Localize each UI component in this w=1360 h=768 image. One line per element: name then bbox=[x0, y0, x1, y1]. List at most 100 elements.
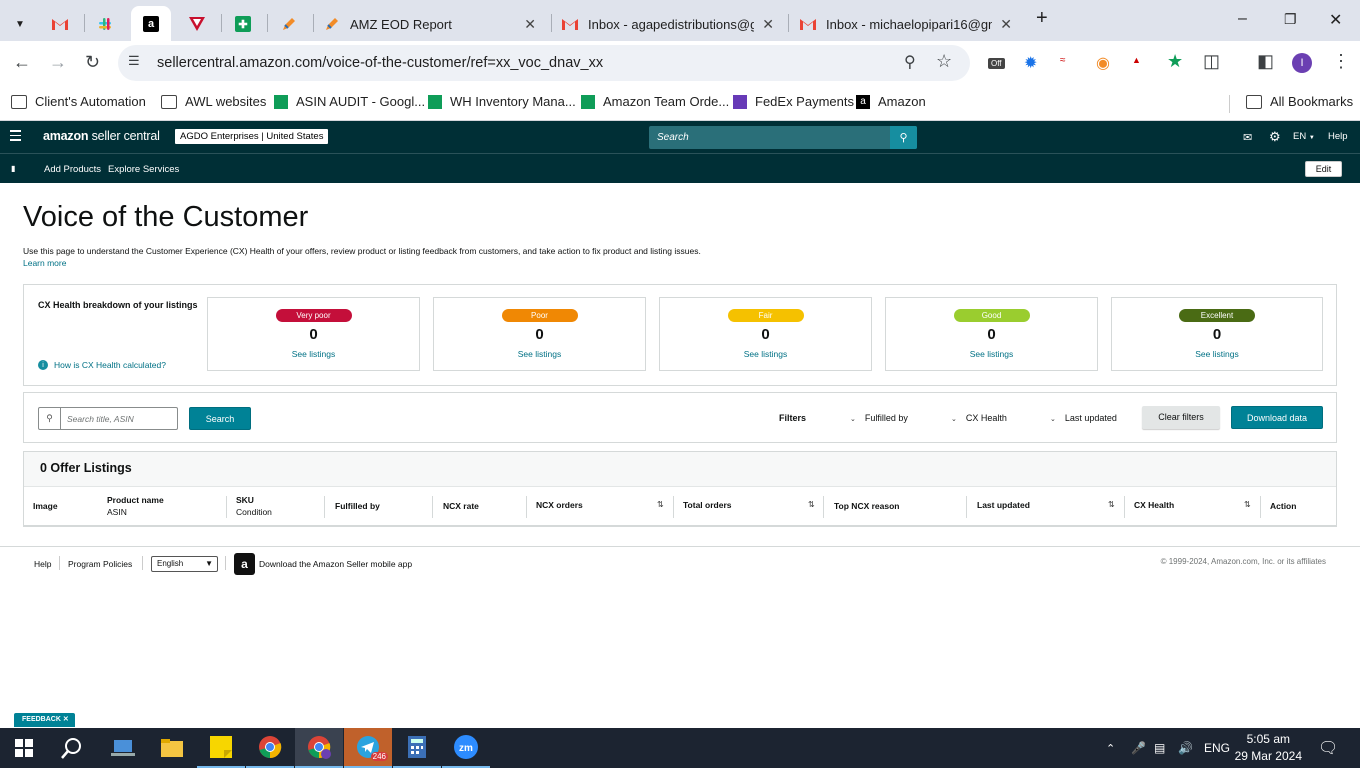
notifications-icon[interactable]: 🗨 bbox=[1318, 728, 1338, 768]
bookmark-star-icon[interactable]: ☆ bbox=[936, 51, 952, 72]
account-switcher[interactable]: AGDO Enterprises | United States bbox=[175, 129, 329, 144]
address-bar[interactable]: ☰ sellercentral.amazon.com/voice-of-the-… bbox=[118, 45, 970, 81]
feedback-tab[interactable]: FEEDBACK ✕ bbox=[14, 713, 75, 727]
tab-search-button[interactable]: ▼ bbox=[12, 7, 28, 41]
see-listings-link[interactable]: See listings bbox=[886, 349, 1097, 359]
zoom-app-icon[interactable]: zm bbox=[442, 728, 490, 768]
browser-menu-icon[interactable]: ⋮ bbox=[1332, 51, 1350, 72]
bookmark-amazon-team-orders[interactable]: Amazon Team Orde... bbox=[581, 94, 729, 109]
extensions-puzzle-icon[interactable]: ◫ bbox=[1203, 51, 1220, 72]
file-explorer-icon[interactable] bbox=[148, 728, 196, 768]
bookmark-fedex-payments[interactable]: FedEx Payments bbox=[733, 94, 854, 109]
col-ncx-orders[interactable]: NCX orders bbox=[536, 499, 583, 511]
help-link[interactable]: Help bbox=[1328, 131, 1348, 142]
footer-help-link[interactable]: Help bbox=[34, 559, 51, 569]
filter-fulfilled-by[interactable]: ⌄ Fulfilled by bbox=[850, 413, 908, 423]
close-tab-icon[interactable]: ✕ bbox=[1000, 16, 1012, 33]
laptop-app-icon[interactable] bbox=[99, 728, 147, 768]
language-selector[interactable]: EN ▼ bbox=[1293, 131, 1315, 142]
network-icon[interactable]: ▤ bbox=[1154, 728, 1165, 768]
nav-explore-services[interactable]: Explore Services bbox=[108, 164, 179, 175]
col-last-updated[interactable]: Last updated bbox=[977, 499, 1030, 511]
download-app-link[interactable]: Download the Amazon Seller mobile app bbox=[259, 559, 412, 569]
settings-gear-icon[interactable]: ⚙ bbox=[1269, 129, 1281, 145]
see-listings-link[interactable]: See listings bbox=[1112, 349, 1322, 359]
filter-last-updated[interactable]: ⌄ Last updated bbox=[1050, 413, 1117, 423]
bookmark-icon[interactable]: ▮ bbox=[11, 164, 15, 173]
tab-velocity[interactable] bbox=[189, 7, 205, 41]
seller-central-logo[interactable]: amazon seller central bbox=[43, 129, 160, 143]
extension-red-icon[interactable]: ≈ bbox=[1060, 55, 1066, 66]
site-settings-icon[interactable]: ☰ bbox=[128, 53, 140, 69]
sort-icon[interactable]: ⇅ bbox=[808, 500, 815, 509]
restore-icon[interactable]: ❐ bbox=[1284, 11, 1297, 28]
edit-button[interactable]: Edit bbox=[1305, 161, 1342, 177]
see-listings-link[interactable]: See listings bbox=[434, 349, 645, 359]
close-tab-icon[interactable]: ✕ bbox=[762, 16, 774, 33]
tab-amz-eod-report[interactable]: AMZ EOD Report ✕ bbox=[324, 7, 544, 41]
bookmark-wh-inventory[interactable]: WH Inventory Mana... bbox=[428, 94, 576, 109]
tray-chevron-up-icon[interactable]: ⌃ bbox=[1106, 728, 1115, 768]
close-tab-icon[interactable]: ✕ bbox=[524, 16, 536, 33]
tab-slack[interactable] bbox=[97, 7, 113, 41]
profile-avatar[interactable]: I bbox=[1292, 53, 1312, 73]
extension-gear-icon[interactable]: ✹ bbox=[1024, 53, 1037, 73]
minimize-icon[interactable]: – bbox=[1238, 10, 1247, 28]
mail-icon[interactable]: ✉ bbox=[1243, 131, 1252, 144]
tab-inbox-michael[interactable]: Inbox - michaelopipari16@gma ✕ bbox=[800, 7, 1020, 41]
learn-more-link[interactable]: Learn more bbox=[23, 258, 66, 268]
side-panel-icon[interactable]: ◧ bbox=[1257, 51, 1274, 72]
tab-planner[interactable] bbox=[281, 7, 297, 41]
close-window-icon[interactable]: ✕ bbox=[1329, 10, 1342, 30]
input-language[interactable]: ENG bbox=[1204, 728, 1230, 768]
zoom-icon[interactable]: ⚲ bbox=[904, 52, 916, 72]
telegram-icon[interactable]: 246 bbox=[344, 728, 392, 768]
sticky-notes-icon[interactable] bbox=[197, 728, 245, 768]
extension-alert-icon[interactable]: ▲ bbox=[1132, 55, 1141, 65]
tab-gmail[interactable] bbox=[52, 7, 68, 41]
col-total-orders[interactable]: Total orders bbox=[683, 499, 732, 511]
taskbar-clock[interactable]: 5:05 am 29 Mar 2024 bbox=[1235, 731, 1302, 765]
volume-icon[interactable]: 🔊 bbox=[1178, 728, 1193, 768]
tab-inbox-agape[interactable]: Inbox - agapedistributions@gm ✕ bbox=[562, 7, 782, 41]
bookmark-amazon[interactable]: a Amazon bbox=[856, 94, 926, 109]
cx-health-calculation-link[interactable]: i How is CX Health calculated? bbox=[38, 360, 166, 370]
back-icon[interactable]: ← bbox=[13, 52, 31, 73]
new-tab-icon[interactable]: + bbox=[1036, 7, 1048, 30]
clear-filters-button[interactable]: Clear filters bbox=[1142, 406, 1220, 429]
search-icon[interactable]: ⚲ bbox=[890, 126, 917, 149]
sort-icon[interactable]: ⇅ bbox=[1108, 500, 1115, 509]
chrome-profile-icon[interactable] bbox=[295, 728, 343, 768]
footer-program-policies-link[interactable]: Program Policies bbox=[68, 559, 132, 569]
bookmark-asin-audit[interactable]: ASIN AUDIT - Googl... bbox=[274, 94, 425, 109]
forward-icon[interactable]: → bbox=[49, 52, 67, 73]
see-listings-link[interactable]: See listings bbox=[208, 349, 419, 359]
microphone-icon[interactable]: 🎤 bbox=[1131, 728, 1146, 768]
extension-star-icon[interactable]: ★ bbox=[1167, 51, 1183, 72]
reload-icon[interactable]: ↻ bbox=[85, 52, 100, 73]
search-icon[interactable] bbox=[48, 728, 96, 768]
bookmark-awl-websites[interactable]: AWL websites bbox=[161, 94, 266, 109]
tab-sheets[interactable]: ✚ bbox=[235, 7, 251, 41]
hamburger-menu-icon[interactable] bbox=[10, 130, 21, 144]
footer-language-select[interactable]: English ▼ bbox=[151, 556, 218, 572]
windows-start-icon[interactable] bbox=[0, 728, 48, 768]
see-listings-link[interactable]: See listings bbox=[660, 349, 871, 359]
chrome-icon[interactable] bbox=[246, 728, 294, 768]
download-data-button[interactable]: Download data bbox=[1231, 406, 1323, 429]
global-search[interactable]: Search ⚲ bbox=[649, 126, 917, 149]
calculator-icon[interactable] bbox=[393, 728, 441, 768]
col-cx-health[interactable]: CX Health bbox=[1134, 499, 1174, 511]
extension-orange-icon[interactable]: ◉ bbox=[1096, 53, 1110, 73]
filter-cx-health[interactable]: ⌄ CX Health bbox=[951, 413, 1007, 423]
bookmark-clients-automation[interactable]: Client's Automation bbox=[11, 94, 146, 109]
sort-icon[interactable]: ⇅ bbox=[1244, 500, 1251, 509]
nav-add-products[interactable]: Add Products bbox=[44, 164, 101, 175]
extension-off-badge[interactable]: Off bbox=[988, 58, 1005, 69]
tab-amazon[interactable]: a bbox=[143, 7, 159, 41]
search-button[interactable]: Search bbox=[189, 407, 251, 430]
sort-icon[interactable]: ⇅ bbox=[657, 500, 664, 509]
close-icon[interactable]: ✕ bbox=[63, 716, 69, 723]
all-bookmarks[interactable]: All Bookmarks bbox=[1246, 94, 1353, 109]
listing-search-input[interactable]: ⚲ Search title, ASIN bbox=[38, 407, 178, 430]
